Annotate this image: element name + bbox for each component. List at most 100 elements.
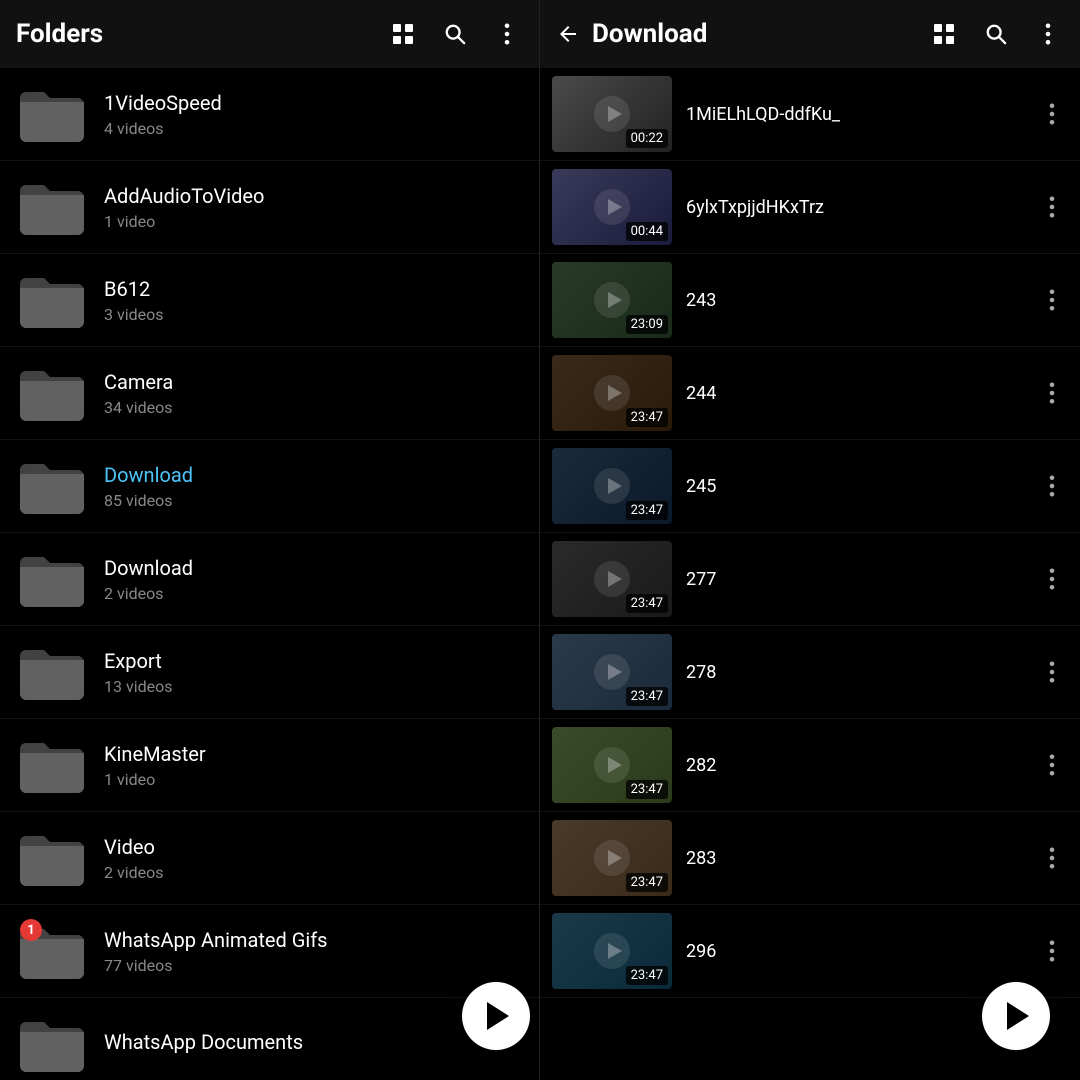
video-thumbnail: 23:09 [552,262,672,338]
video-duration: 00:44 [626,222,668,241]
folder-count: 2 videos [104,863,523,882]
folder-item[interactable]: 1VideoSpeed4 videos [0,68,539,161]
right-header-icons [928,18,1064,50]
video-name: 243 [686,290,1036,311]
folder-info: WhatsApp Animated Gifs77 videos [104,928,523,975]
video-item[interactable]: 23:47 277 [540,533,1080,626]
video-more-button[interactable] [1036,834,1068,882]
folder-count: 13 videos [104,677,523,696]
video-item[interactable]: 23:47 245 [540,440,1080,533]
back-button[interactable] [556,22,580,46]
video-more-button[interactable] [1036,462,1068,510]
video-name: 278 [686,662,1036,683]
folder-item[interactable]: WhatsApp Documents [0,998,539,1080]
video-name: 6ylxTxpjjdHKxTrz [686,197,1036,218]
search-button-left[interactable] [439,18,471,50]
video-duration: 23:09 [626,315,668,334]
folder-list: 1VideoSpeed4 videos AddAudioToVideo 1 vid… [0,68,539,1080]
video-more-button[interactable] [1036,741,1068,789]
folder-item[interactable]: Download 2 videos [0,533,539,626]
video-duration: 23:47 [626,687,668,706]
video-thumbnail: 23:47 [552,727,672,803]
folder-count: 1 video [104,770,523,789]
video-more-button[interactable] [1036,555,1068,603]
video-thumbnail: 23:47 [552,355,672,431]
folder-name: KineMaster [104,742,523,766]
folder-icon [16,450,88,522]
folder-item[interactable]: AddAudioToVideo 1 video [0,161,539,254]
folder-info: KineMaster 1 video [104,742,523,789]
video-more-button[interactable] [1036,276,1068,324]
folder-name: WhatsApp Documents [104,1030,523,1054]
video-name: 282 [686,755,1036,776]
video-name: 244 [686,383,1036,404]
video-duration: 23:47 [626,408,668,427]
folder-item[interactable]: Export 13 videos [0,626,539,719]
search-button-right[interactable] [980,18,1012,50]
folder-name: AddAudioToVideo [104,184,523,208]
folder-info: Download85 videos [104,463,523,510]
video-item[interactable]: 23:47 244 [540,347,1080,440]
video-item[interactable]: 00:44 6ylxTxpjjdHKxTrz [540,161,1080,254]
folder-count: 3 videos [104,305,523,324]
folder-name: Export [104,649,523,673]
folder-info: AddAudioToVideo 1 video [104,184,523,231]
folder-count: 1 video [104,212,523,231]
more-options-button-left[interactable] [491,18,523,50]
video-item[interactable]: 23:47 283 [540,812,1080,905]
folder-info: 1VideoSpeed4 videos [104,91,523,138]
folder-item[interactable]: 1 WhatsApp Animated Gifs77 videos [0,905,539,998]
video-duration: 23:47 [626,594,668,613]
video-thumbnail: 00:44 [552,169,672,245]
video-more-button[interactable] [1036,183,1068,231]
folder-item[interactable]: Download85 videos [0,440,539,533]
right-header: Download [540,0,1080,68]
folder-item[interactable]: KineMaster 1 video [0,719,539,812]
video-more-button[interactable] [1036,90,1068,138]
play-all-button-right[interactable] [982,982,1050,1050]
grid-view-button[interactable] [387,18,419,50]
folder-icon [16,1008,88,1080]
folder-name: Download [104,556,523,580]
left-header: Folders [0,0,539,68]
video-name: 1MiELhLQD-ddfKu_ [686,104,1036,125]
video-item[interactable]: 00:22 1MiELhLQD-ddfKu_ [540,68,1080,161]
folder-info: Camera34 videos [104,370,523,417]
folder-item[interactable]: Video2 videos [0,812,539,905]
more-options-button-right[interactable] [1032,18,1064,50]
video-thumbnail: 23:47 [552,913,672,989]
folder-name: Camera [104,370,523,394]
video-thumbnail: 23:47 [552,448,672,524]
folder-info: WhatsApp Documents [104,1030,523,1058]
play-icon-right [1007,1002,1029,1030]
video-thumbnail: 23:47 [552,820,672,896]
video-item[interactable]: 23:47 282 [540,719,1080,812]
play-all-button-left[interactable] [462,982,530,1050]
video-thumbnail: 00:22 [552,76,672,152]
grid-view-button-right[interactable] [928,18,960,50]
video-item[interactable]: 23:47 296 [540,905,1080,998]
folder-count: 77 videos [104,956,523,975]
left-panel-title: Folders [16,19,387,49]
folder-info: Video2 videos [104,835,523,882]
video-more-button[interactable] [1036,369,1068,417]
folder-item[interactable]: Camera34 videos [0,347,539,440]
folder-count: 2 videos [104,584,523,603]
video-duration: 23:47 [626,501,668,520]
folder-icon: 1 [16,915,88,987]
folder-info: Export 13 videos [104,649,523,696]
folder-count: 85 videos [104,491,523,510]
folder-icon [16,543,88,615]
video-list-wrap: 00:22 1MiELhLQD-ddfKu_ 00:44 6ylxTxpjjdH… [540,68,1080,1080]
video-more-button[interactable] [1036,927,1068,975]
video-more-button[interactable] [1036,648,1068,696]
folder-item[interactable]: B6123 videos [0,254,539,347]
folder-icon [16,357,88,429]
folder-icon [16,171,88,243]
video-item[interactable]: 23:47 278 [540,626,1080,719]
video-duration: 23:47 [626,873,668,892]
video-list: 00:22 1MiELhLQD-ddfKu_ 00:44 6ylxTxpjjdH… [540,68,1080,1080]
video-thumbnail: 23:47 [552,634,672,710]
video-item[interactable]: 23:09 243 [540,254,1080,347]
video-thumbnail: 23:47 [552,541,672,617]
